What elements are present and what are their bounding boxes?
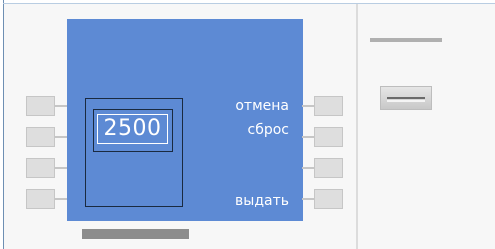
panel-divider (356, 4, 358, 249)
left-key-1[interactable] (26, 96, 55, 116)
left-key-3[interactable] (26, 158, 55, 178)
left-key-connector (54, 167, 67, 169)
reset-button[interactable] (314, 127, 343, 147)
atm-frame: 2500 отмена сброс выдать (0, 0, 495, 249)
right-key-connector (302, 136, 315, 138)
receipt-slot-icon[interactable] (380, 86, 432, 110)
issue-button[interactable] (314, 189, 343, 209)
cancel-label: отмена (235, 98, 289, 114)
right-key-connector (302, 105, 315, 107)
amount-display: 2500 (97, 114, 168, 144)
receipt-slit-highlight (387, 100, 425, 102)
right-key-connector (302, 167, 315, 169)
cash-slot-icon (370, 38, 442, 42)
right-key-connector (302, 198, 315, 200)
left-key-2[interactable] (26, 127, 55, 147)
left-key-connector (54, 198, 67, 200)
right-key-3[interactable] (314, 158, 343, 178)
cancel-button[interactable] (314, 96, 343, 116)
issue-label: выдать (235, 193, 289, 209)
receipt-slit (387, 97, 425, 99)
reset-label: сброс (247, 122, 289, 138)
left-key-connector (54, 136, 67, 138)
left-border (3, 0, 4, 249)
left-key-connector (54, 105, 67, 107)
left-key-4[interactable] (26, 189, 55, 209)
card-slot[interactable] (82, 229, 189, 239)
top-border (3, 3, 495, 4)
